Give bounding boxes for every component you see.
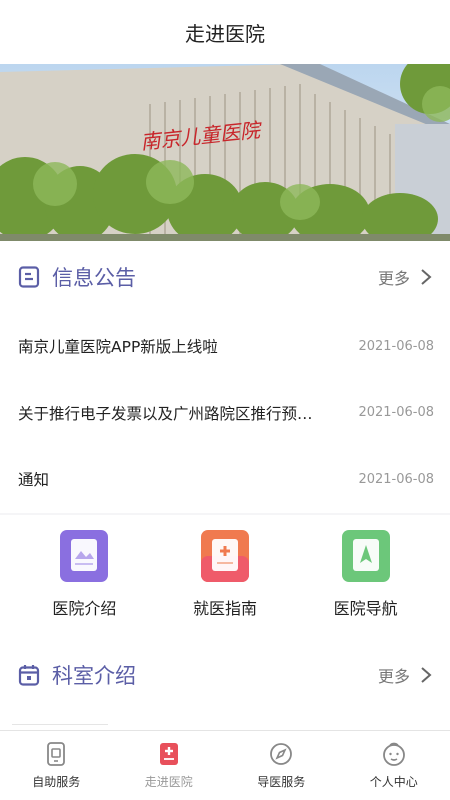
tab-label: 个人中心	[369, 775, 418, 789]
tab-label: 导医服务	[257, 775, 306, 789]
more-label: 更多	[377, 667, 410, 686]
notice-list-item[interactable]: 南京儿童医院APP新版上线啦 2021-06-08	[0, 313, 450, 380]
hospital-icon	[159, 743, 178, 765]
quick-link-hospital-navigation[interactable]: 医院导航	[306, 515, 426, 645]
quick-link-label: 就医指南	[192, 599, 257, 618]
tab-about-hospital[interactable]: 走进医院	[113, 731, 226, 800]
notice-section-title: 信息公告	[52, 266, 136, 290]
notice-list-item[interactable]: 通知 2021-06-08	[0, 446, 450, 513]
chevron-right-icon	[421, 667, 432, 683]
compass-icon	[270, 743, 293, 765]
notice-item-text: 南京儿童医院APP新版上线啦	[18, 338, 218, 357]
department-section-title: 科室介绍	[52, 664, 136, 688]
notice-section-header: 信息公告 更多	[0, 241, 450, 313]
notice-list: 南京儿童医院APP新版上线啦 2021-06-08 关于推行电子发票以及广州路院…	[0, 313, 450, 513]
chevron-right-icon	[421, 269, 432, 285]
top-navigation-bar: 走进医院	[0, 0, 450, 64]
tab-self-service[interactable]: 自助服务	[0, 731, 113, 800]
notice-list-item[interactable]: 关于推行电子发票以及广州路院区推行预… 2021-06-08	[0, 380, 450, 447]
bottom-tab-bar: 自助服务 走进医院 导医服务 个人中心	[0, 730, 450, 800]
calendar-icon	[18, 665, 40, 686]
hospital-intro-icon	[60, 530, 109, 582]
department-more-link[interactable]: 更多	[378, 663, 432, 687]
tab-guide-service[interactable]: 导医服务	[225, 731, 338, 800]
notice-item-date: 2021-06-08	[358, 405, 434, 421]
quick-link-medical-guide[interactable]: 就医指南	[165, 515, 285, 645]
notice-more-link[interactable]: 更多	[378, 265, 432, 289]
page-title: 走进医院	[185, 21, 265, 46]
notice-item-text: 通知	[18, 471, 50, 490]
hospital-building-illustration: 南京儿童医院	[0, 64, 450, 241]
quick-link-label: 医院介绍	[52, 599, 117, 618]
document-icon	[18, 266, 40, 288]
tab-personal-center[interactable]: 个人中心	[338, 731, 450, 800]
tab-label: 走进医院	[144, 775, 193, 789]
notice-item-date: 2021-06-08	[358, 471, 434, 487]
quick-link-label: 医院导航	[333, 599, 398, 618]
medical-guide-icon	[200, 530, 249, 582]
self-service-icon	[47, 742, 66, 766]
quick-link-hospital-intro[interactable]: 医院介绍	[24, 515, 144, 645]
more-label: 更多	[377, 269, 410, 288]
tab-label: 自助服务	[32, 775, 81, 789]
notice-item-text: 关于推行电子发票以及广州路院区推行预…	[18, 404, 313, 423]
user-face-icon	[382, 742, 405, 766]
hospital-banner-image[interactable]: 南京儿童医院	[0, 64, 450, 241]
quick-links-grid: 医院介绍 就医指南 医院导航	[0, 515, 450, 645]
notice-item-date: 2021-06-08	[358, 338, 434, 354]
department-section-header: 科室介绍 更多	[0, 645, 450, 705]
hospital-navigation-icon	[341, 530, 390, 582]
